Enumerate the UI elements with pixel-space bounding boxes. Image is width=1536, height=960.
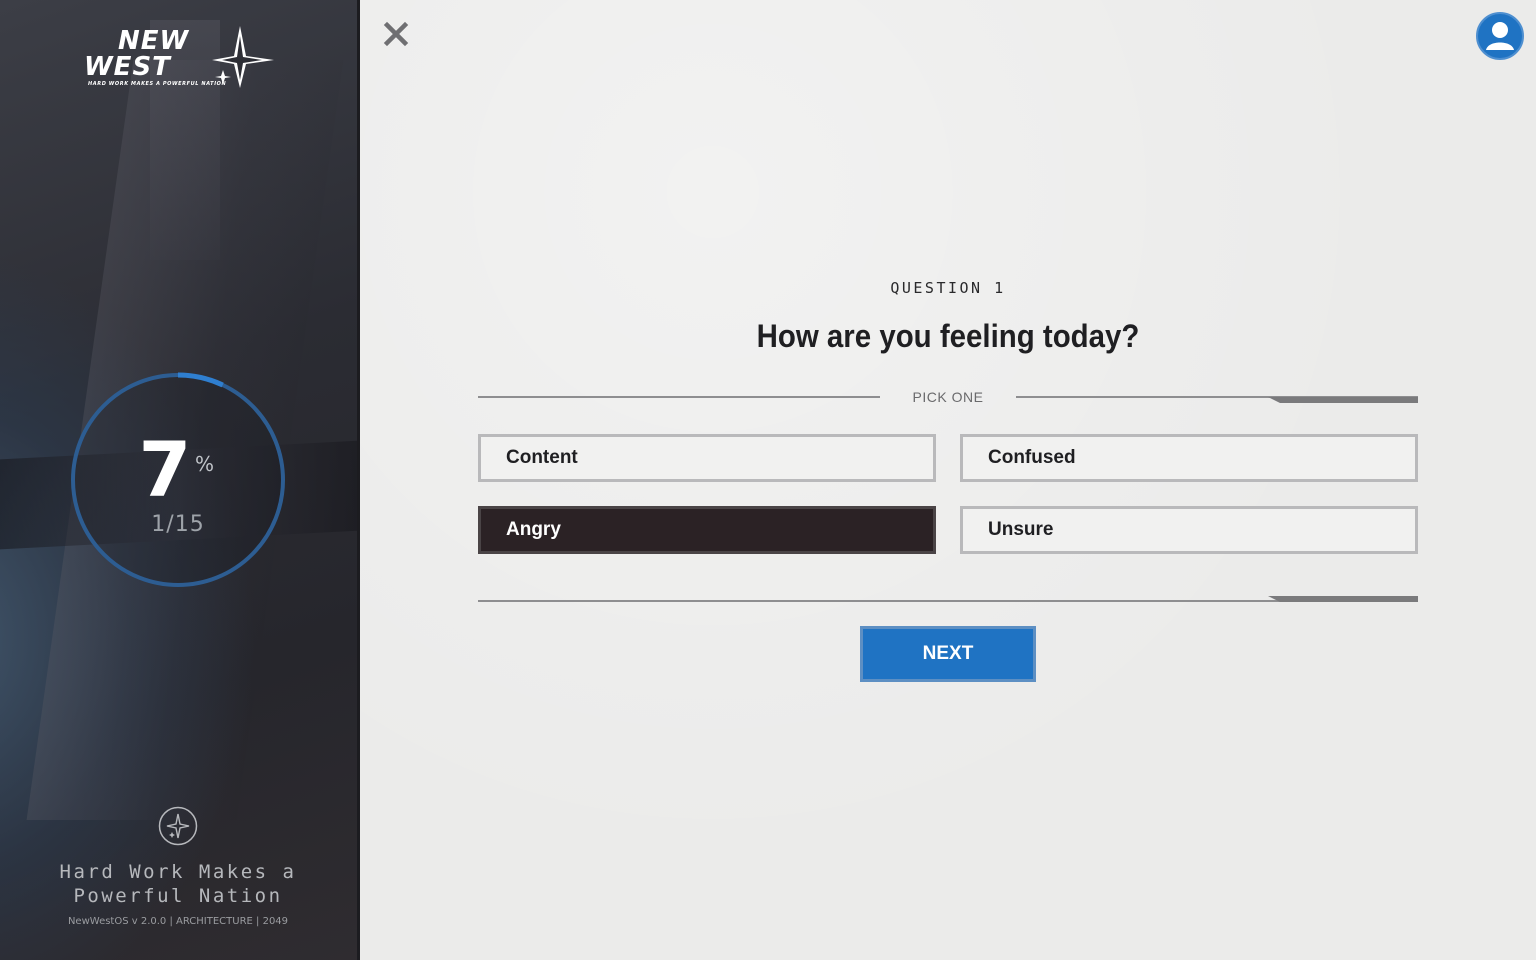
- question-number: QUESTION 1: [890, 279, 1006, 297]
- divider-accent-bottom: [1268, 596, 1418, 602]
- question-counter: 1/15: [151, 512, 205, 537]
- option-label: Confused: [988, 447, 1076, 468]
- new-west-logo: NEW WEST HARD WORK MAKES A POWERFUL NATI…: [80, 22, 276, 92]
- option-content[interactable]: Content: [478, 434, 936, 482]
- option-angry[interactable]: Angry: [478, 506, 936, 554]
- divider-accent-top: [1268, 397, 1418, 403]
- progress-percent-sign: %: [195, 452, 215, 476]
- next-button[interactable]: NEXT: [860, 626, 1036, 682]
- question-title: How are you feeling today?: [756, 318, 1140, 354]
- pick-one-label: PICK ONE: [912, 389, 984, 405]
- motto-line-2: Powerful Nation: [73, 885, 283, 907]
- option-label: Angry: [506, 519, 561, 540]
- progress-ring: 7 % 1/15: [70, 372, 286, 588]
- user-avatar-button[interactable]: [1476, 12, 1524, 60]
- close-button[interactable]: [382, 20, 410, 48]
- user-avatar-icon[interactable]: [1476, 12, 1524, 60]
- logo-text-west: WEST: [84, 52, 171, 82]
- option-confused[interactable]: Confused: [960, 434, 1418, 482]
- option-label: Content: [506, 447, 578, 468]
- close-icon[interactable]: [382, 20, 410, 48]
- option-unsure[interactable]: Unsure: [960, 506, 1418, 554]
- motto: Hard Work Makes a Powerful Nation: [0, 860, 356, 908]
- logo-tagline: HARD WORK MAKES A POWERFUL NATION: [88, 81, 227, 87]
- progress-percent: 7: [138, 425, 192, 514]
- motto-line-1: Hard Work Makes a: [59, 861, 297, 883]
- option-label: Unsure: [988, 519, 1054, 540]
- sidebar: NEW WEST HARD WORK MAKES A POWERFUL NATI…: [0, 0, 360, 960]
- divider-left: [478, 396, 880, 398]
- star-emblem-icon: [158, 806, 198, 846]
- main-panel: QUESTION 1 How are you feeling today? PI…: [360, 0, 1536, 960]
- version-info: NewWestOS v 2.0.0 | ARCHITECTURE | 2049: [67, 916, 289, 927]
